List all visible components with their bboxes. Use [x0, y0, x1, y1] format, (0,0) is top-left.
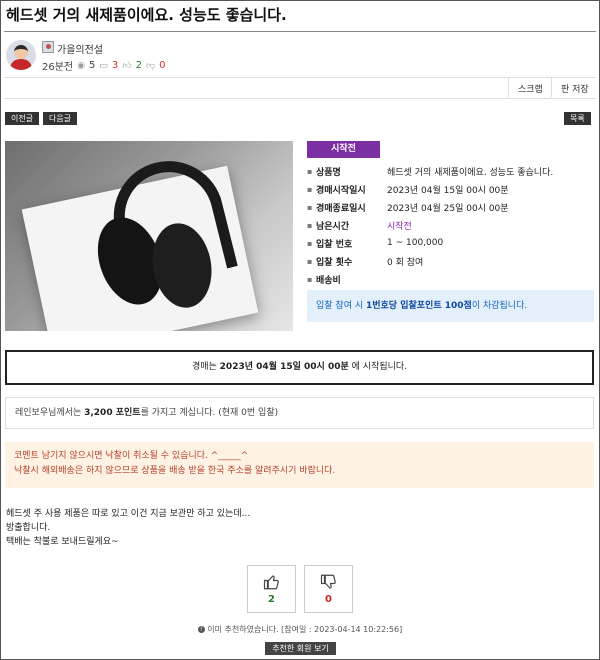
toolbar-bottom-rule [4, 98, 596, 99]
banner-date: 2023년 04월 15일 00시 00분 [219, 362, 349, 372]
thumbs-up-icon: 👍︎ [122, 60, 132, 71]
upvote-button[interactable]: 2 [247, 565, 296, 613]
info-row-end: ▪ 경매종료일시 2023년 04월 25일 00시 00분 [307, 200, 509, 214]
body-line: 헤드셋 주 사용 제품은 따로 있고 이건 지금 보관만 하고 있는데... [6, 509, 251, 519]
author-name[interactable]: 가을의전설 [57, 41, 103, 56]
avatar-face [14, 45, 28, 59]
recommend-status-text: 이미 추천하였습니다. [참여일 : 2023-04-14 10:22:56] [207, 625, 403, 634]
info-value: 헤드셋 거의 새제품이에요. 성능도 좋습니다. [387, 167, 554, 178]
prev-post-button[interactable]: 이전글 [5, 112, 40, 125]
info-row-start: ▪ 경매시작일시 2023년 04월 15일 00시 00분 [307, 182, 509, 196]
warning-box: 코멘트 남기지 않으시면 낙찰이 취소될 수 있습니다. ^_____^ 낙찰시… [5, 442, 594, 488]
info-label: 남은시간 [316, 221, 350, 232]
thumbs-down-icon: 👎︎ [146, 60, 156, 71]
recommend-status: ! 이미 추천하였습니다. [참여일 : 2023-04-14 10:22:56… [0, 624, 600, 635]
like-count: 2 [135, 60, 143, 71]
post-title: 헤드셋 거의 새제품이에요. 성능도 좋습니다. [6, 6, 287, 24]
downvote-count: 0 [325, 594, 332, 605]
post-time: 26분전 [42, 62, 74, 73]
bullet-icon: ▪ [307, 220, 313, 230]
body-line: 방출합니다. [6, 523, 51, 533]
banner-text: 경매는 [191, 362, 220, 372]
user-points-box: 레인보우님께서는 3,200 포인트를 가지고 계십니다. (현재 0번 입찰) [5, 397, 594, 429]
info-label: 배송비 [316, 275, 341, 286]
banner-text: 에 시작됩니다. [348, 362, 408, 372]
downvote-button[interactable]: 0 [304, 565, 353, 613]
info-label: 입찰 횟수 [316, 257, 353, 268]
info-row-bid-number: ▪ 입찰 번호 1 ~ 100,000 [307, 236, 443, 250]
comment-icon: ▭ [99, 60, 108, 71]
info-row-remaining: ▪ 남은시간 시작전 [307, 218, 412, 232]
toolbar-separator [551, 78, 552, 97]
post-meta: 26분전 ◉ 5 ▭ 3 👍︎ 2 👎︎ 0 [42, 58, 166, 73]
notice-emphasis: 1번호당 입찰포인트 100점 [365, 301, 472, 311]
notice-text: 이 차감됩니다. [471, 301, 528, 311]
bullet-icon: ▪ [307, 202, 313, 212]
info-label: 경매시작일시 [316, 185, 366, 196]
info-label: 경매종료일시 [316, 203, 366, 214]
info-value: 0 회 참여 [387, 257, 424, 268]
info-value: 시작전 [387, 221, 412, 232]
dislike-count: 0 [159, 60, 166, 71]
info-label: 상품명 [316, 167, 341, 178]
save-button[interactable]: 판 저장 [555, 80, 595, 96]
info-value: 2023년 04월 15일 00시 00분 [387, 185, 509, 196]
info-label: 입찰 번호 [316, 239, 353, 250]
points-text: 를 가지고 계십니다. (현재 0번 입찰) [140, 408, 279, 418]
bullet-icon: ▪ [307, 166, 313, 176]
scrap-button[interactable]: 스크랩 [512, 80, 549, 96]
info-icon: ! [197, 626, 205, 633]
info-value: 1 ~ 100,000 [387, 238, 444, 248]
author-level-icon [42, 41, 54, 53]
eye-icon: ◉ [77, 60, 85, 71]
product-photo [5, 141, 293, 331]
avatar-body [10, 59, 32, 70]
bullet-icon: ▪ [307, 274, 313, 284]
bid-point-notice: 입찰 참여 시 1번호당 입찰포인트 100점이 차감됩니다. [307, 290, 594, 322]
notice-text: 입찰 참여 시 [316, 301, 366, 311]
body-line: 택배는 착불로 보내드릴게요~ [6, 537, 119, 547]
points-text: 레인보우님께서는 [15, 408, 85, 418]
bullet-icon: ▪ [307, 256, 313, 266]
author-avatar[interactable] [6, 40, 36, 70]
comment-count: 3 [111, 60, 119, 71]
toolbar-separator [508, 78, 509, 97]
info-row-shipping: ▪ 배송비 [307, 272, 387, 286]
auction-status-badge: 시작전 [307, 141, 380, 158]
auction-start-banner: 경매는 2023년 04월 15일 00시 00분 에 시작됩니다. [5, 350, 594, 385]
post-body: 헤드셋 주 사용 제품은 따로 있고 이건 지금 보관만 하고 있는데... 방… [6, 507, 250, 549]
title-divider [4, 31, 596, 32]
list-button[interactable]: 목록 [564, 112, 591, 125]
warning-line: 낙찰시 해외배송은 하지 않으므로 상품을 배송 받을 한국 주소를 알려주시기… [14, 466, 336, 476]
view-recommenders-button[interactable]: 추천한 회원 보기 [265, 642, 336, 655]
upvote-count: 2 [268, 594, 275, 605]
info-row-bid-count: ▪ 입찰 횟수 0 회 참여 [307, 254, 423, 268]
info-value: 2023년 04월 25일 00시 00분 [387, 203, 509, 214]
info-row-product: ▪ 상품명 헤드셋 거의 새제품이에요. 성능도 좋습니다. [307, 164, 553, 178]
thumbs-down-icon [320, 574, 336, 589]
bullet-icon: ▪ [307, 184, 313, 194]
warning-line: 코멘트 남기지 않으시면 낙찰이 취소될 수 있습니다. ^_____^ [14, 451, 249, 461]
thumbs-up-icon [263, 575, 279, 590]
view-count: 5 [88, 60, 96, 71]
points-amount: 3,200 포인트 [84, 408, 141, 418]
next-post-button[interactable]: 다음글 [43, 112, 78, 125]
bullet-icon: ▪ [307, 238, 313, 248]
